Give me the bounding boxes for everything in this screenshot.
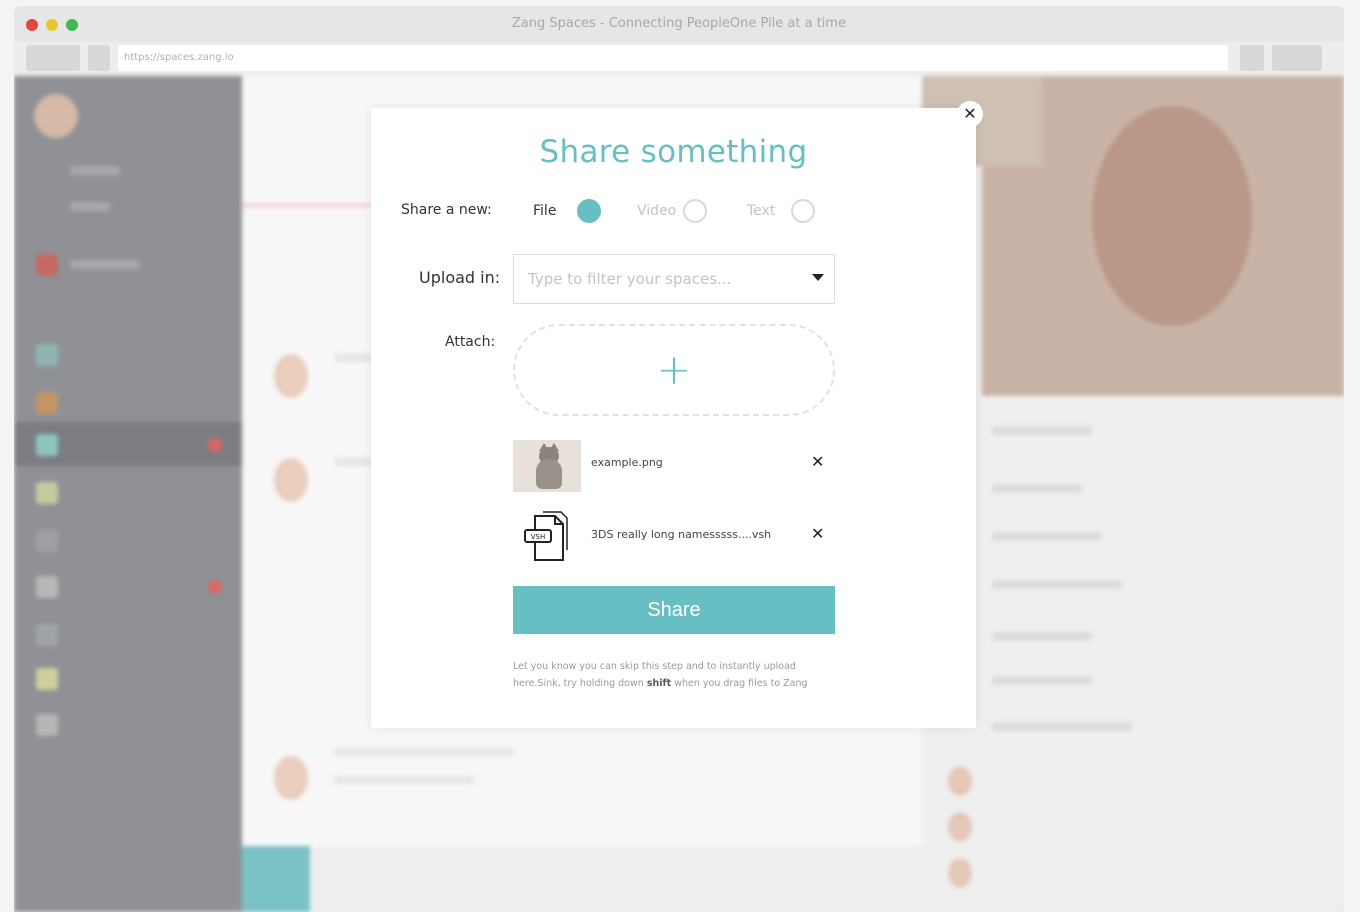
back-button[interactable]	[26, 45, 80, 71]
hint-text-end: when you drag files to Zang	[674, 678, 808, 689]
address-bar[interactable]: https://spaces.zang.io	[118, 45, 1228, 71]
message-composer[interactable]	[242, 846, 922, 912]
message-text	[334, 776, 474, 784]
message-text	[334, 748, 514, 756]
share-page-button[interactable]	[1240, 45, 1264, 71]
option-file-label[interactable]: File	[533, 203, 556, 219]
image-thumbnail	[513, 440, 581, 492]
panel-item	[992, 426, 1092, 435]
message-avatar	[274, 458, 308, 502]
participant-avatar	[948, 812, 972, 842]
share-dialog: Share something Share a new: File Video …	[371, 108, 976, 728]
share-button[interactable]: Share	[513, 586, 835, 634]
message-avatar	[274, 354, 308, 398]
sidebar-item[interactable]	[70, 166, 120, 175]
participant-avatar	[948, 858, 972, 888]
share-type-label: Share a new:	[401, 202, 492, 218]
panel-item	[992, 676, 1092, 685]
radio-file[interactable]	[577, 199, 601, 223]
sidebar-item-icon	[36, 254, 58, 276]
sidebar-item[interactable]	[70, 260, 140, 269]
unread-badge	[208, 438, 222, 452]
sidebar-item-icon	[36, 434, 58, 456]
sidebar-item-icon	[36, 668, 58, 690]
attach-label: Attach:	[445, 334, 496, 350]
panel-item	[992, 632, 1092, 641]
file-name: example.png	[591, 456, 663, 469]
radio-video[interactable]	[683, 199, 707, 223]
sidebar-item-icon	[36, 624, 58, 646]
sidebar-item-icon	[36, 714, 58, 736]
sidebar	[14, 76, 242, 912]
unread-badge	[208, 580, 222, 594]
video-panel	[922, 76, 1344, 912]
file-name: 3DS really long namesssss....vsh	[591, 528, 772, 541]
space-select[interactable]: Type to filter your spaces...	[513, 254, 835, 304]
window-title: Zang Spaces - Connecting PeopleOne Pile …	[511, 16, 847, 31]
attached-file: VSH 3DS really long namesssss....vsh ✕	[513, 510, 835, 562]
hint-key: shift	[646, 678, 672, 689]
dialog-title: Share something	[539, 134, 808, 170]
upload-hint: Let you know you can skip this step and …	[513, 658, 835, 692]
remove-file-icon[interactable]: ✕	[811, 524, 824, 543]
message-avatar	[274, 756, 308, 800]
panel-item	[992, 722, 1132, 731]
browser-toolbar: https://spaces.zang.io	[14, 42, 1344, 76]
panel-item	[992, 532, 1102, 541]
extensions-button[interactable]	[1272, 45, 1322, 71]
attach-button[interactable]	[242, 846, 310, 912]
sidebar-item-icon	[36, 482, 58, 504]
panel-item	[992, 580, 1122, 589]
panel-item	[992, 484, 1082, 493]
close-icon[interactable]: ✕	[957, 101, 983, 127]
sidebar-item-icon	[36, 344, 58, 366]
file-dropzone[interactable]: +	[513, 324, 835, 416]
plus-icon[interactable]: +	[515, 326, 833, 414]
sidebar-item-icon	[36, 392, 58, 414]
document-icon: VSH	[524, 511, 568, 561]
option-text-label[interactable]: Text	[747, 203, 775, 219]
attached-file: example.png ✕	[513, 440, 835, 492]
radio-text[interactable]	[791, 199, 815, 223]
forward-button[interactable]	[88, 45, 110, 71]
svg-text:VSH: VSH	[531, 533, 546, 541]
sidebar-item[interactable]	[70, 202, 110, 211]
sidebar-item-icon	[36, 576, 58, 598]
sidebar-item-icon	[36, 530, 58, 552]
remove-file-icon[interactable]: ✕	[811, 452, 824, 471]
caret-down-icon[interactable]	[812, 274, 824, 281]
participant-video	[1092, 106, 1252, 326]
participant-avatar	[948, 766, 972, 796]
title-bar: Zang Spaces - Connecting PeopleOne Pile …	[14, 6, 1344, 42]
option-video-label[interactable]: Video	[637, 203, 676, 219]
upload-in-label: Upload in:	[419, 268, 501, 287]
space-select-placeholder: Type to filter your spaces...	[528, 270, 732, 288]
avatar[interactable]	[34, 94, 78, 138]
